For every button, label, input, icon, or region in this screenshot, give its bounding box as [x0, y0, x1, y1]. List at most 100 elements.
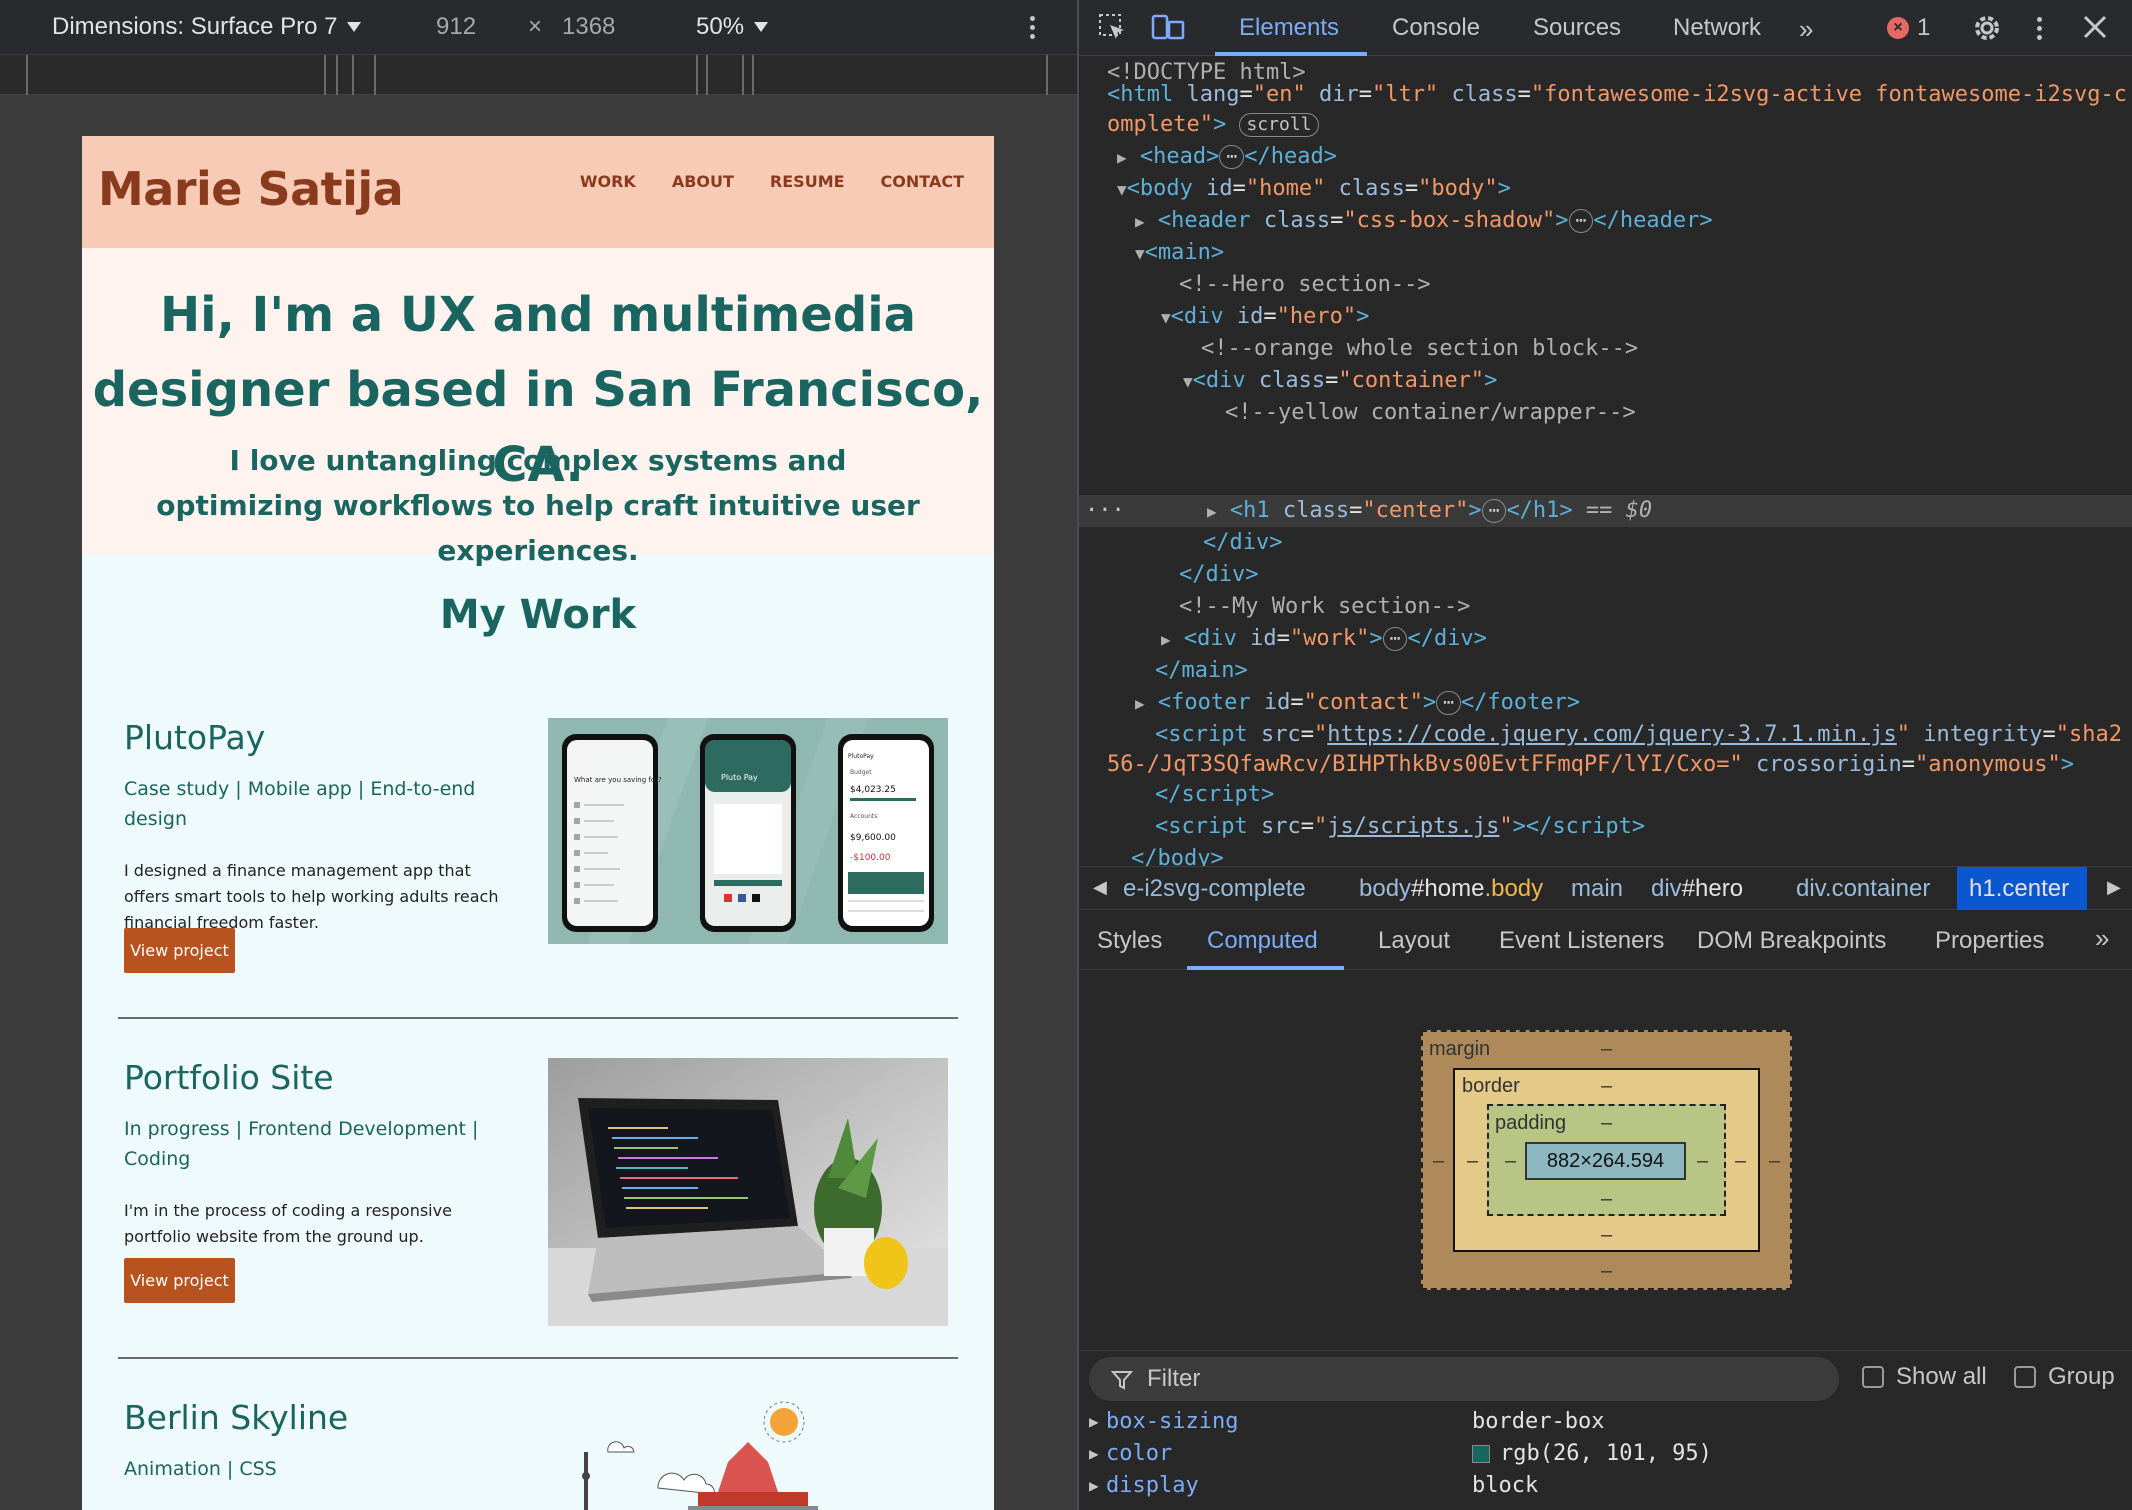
site-logo[interactable]: Marie Satija — [98, 162, 404, 216]
dom-line-body[interactable]: ▼<body id="home" class="body"> — [1117, 173, 1511, 206]
dom-line-div-close[interactable]: </div> — [1179, 559, 1258, 591]
viewport-width-input[interactable]: 912 — [436, 13, 476, 41]
scroll-badge[interactable]: scroll — [1239, 113, 1319, 137]
media-query-ruler[interactable] — [0, 55, 1077, 95]
computed-row[interactable]: ▶ color rgb(26, 101, 95) — [1079, 1438, 2132, 1470]
dom-line-h1-selected[interactable]: ▶ <h1 class="center"> ⋯ </h1> == $0 — [1207, 495, 1652, 528]
dom-line-div-work[interactable]: ▶ <div id="work"> ⋯ </div> — [1161, 623, 1487, 656]
expand-triangle-icon[interactable]: ▶ — [1089, 1406, 1099, 1438]
margin-right-value[interactable]: – — [1769, 1150, 1780, 1173]
dom-line-head[interactable]: ▶ <head> ⋯ </head> — [1117, 141, 1337, 174]
dom-line-script-local[interactable]: <script src="js/scripts.js"></script> — [1155, 811, 1645, 843]
zoom-select[interactable]: 50% — [696, 13, 769, 41]
more-tabs-icon[interactable]: » — [1799, 14, 1813, 45]
margin-top-value[interactable]: – — [1601, 1038, 1612, 1061]
dom-line-script-jquery-cont[interactable]: 56-/JqT3SQfawRcv/BIHPThkBvs00EvtFFmqPF/l… — [1107, 749, 2074, 781]
nav-work-link[interactable]: WORK — [580, 172, 636, 191]
tab-styles[interactable]: Styles — [1097, 927, 1162, 955]
script-src-link[interactable]: js/scripts.js — [1327, 814, 1499, 839]
dom-line-script-jquery[interactable]: <script src="https://code.jquery.com/jqu… — [1155, 719, 2122, 751]
tab-network[interactable]: Network — [1673, 14, 1761, 42]
customize-menu-icon[interactable] — [2029, 12, 2049, 44]
padding-left-value[interactable]: – — [1505, 1150, 1516, 1173]
dom-line-div-close[interactable]: </div> — [1203, 527, 1282, 559]
dom-line-body-close[interactable]: </body> — [1131, 843, 1224, 867]
show-all-checkbox[interactable]: Show all — [1862, 1363, 1987, 1391]
project-tags: In progress | Frontend Development | Cod… — [124, 1118, 479, 1170]
border-top-value[interactable]: – — [1601, 1075, 1612, 1098]
expand-triangle-icon[interactable]: ▶ — [1089, 1470, 1099, 1502]
tab-properties[interactable]: Properties — [1935, 927, 2044, 955]
view-project-button[interactable]: View project — [124, 928, 235, 973]
chevron-left-icon[interactable]: ◀ — [1093, 877, 1107, 898]
breadcrumb-main[interactable]: main — [1571, 875, 1623, 903]
dom-line-comment-yellow[interactable]: <!--yellow container/wrapper--> — [1225, 397, 1636, 429]
border-bottom-value[interactable]: – — [1601, 1224, 1612, 1247]
script-src-link[interactable]: https://code.jquery.com/jquery-3.7.1.min… — [1327, 722, 1897, 747]
margin-label: margin — [1429, 1038, 1491, 1060]
tab-computed[interactable]: Computed — [1207, 927, 1318, 955]
dom-line-main-close[interactable]: </main> — [1155, 655, 1248, 687]
tab-event-listeners[interactable]: Event Listeners — [1499, 927, 1664, 955]
dom-line-comment-orange[interactable]: <!--orange whole section block--> — [1201, 333, 1638, 365]
padding-bottom-value[interactable]: – — [1601, 1188, 1612, 1211]
dom-line-comment-hero[interactable]: <!--Hero section--> — [1179, 269, 1431, 301]
device-dimensions-select[interactable]: Dimensions: Surface Pro 7 — [52, 13, 362, 41]
settings-gear-icon[interactable] — [1971, 12, 2003, 44]
dom-line-main[interactable]: ▼<main> — [1135, 237, 1224, 270]
property-name: color — [1106, 1441, 1173, 1466]
dom-line-header[interactable]: ▶ <header class="css-box-shadow"> ⋯ </head… — [1135, 205, 1713, 238]
nav-about-link[interactable]: ABOUT — [672, 172, 734, 191]
node-actions-icon[interactable]: ··· — [1085, 495, 1125, 527]
color-swatch[interactable] — [1472, 1445, 1490, 1463]
nav-resume-link[interactable]: RESUME — [770, 172, 845, 191]
error-count-badge[interactable]: × 1 — [1887, 14, 1930, 42]
border-left-value[interactable]: – — [1467, 1150, 1478, 1173]
viewport-height-input[interactable]: 1368 — [562, 13, 615, 41]
border-right-value[interactable]: – — [1735, 1150, 1746, 1173]
filter-icon — [1111, 1371, 1133, 1390]
more-tabs-icon[interactable]: » — [2095, 923, 2109, 954]
view-project-button[interactable]: View project — [124, 1258, 235, 1303]
box-model-content-size[interactable]: 882×264.594 — [1525, 1142, 1686, 1180]
dom-line-div-container[interactable]: ▼<div class="container"> — [1183, 365, 1497, 398]
chevron-right-icon[interactable]: ▶ — [2107, 877, 2121, 898]
times-icon: × — [528, 13, 543, 40]
dom-line-script-close[interactable]: </script> — [1155, 779, 1274, 811]
dom-tree: ··· <!DOCTYPE html> <html lang="en" dir=… — [1079, 57, 2132, 867]
filter-input[interactable]: Filter — [1089, 1357, 1839, 1401]
nav-contact-link[interactable]: CONTACT — [881, 172, 964, 191]
dom-line-comment-work[interactable]: <!--My Work section--> — [1179, 591, 1470, 623]
inspect-element-icon[interactable] — [1097, 12, 1127, 42]
margin-bottom-value[interactable]: – — [1601, 1260, 1612, 1283]
margin-left-value[interactable]: – — [1433, 1150, 1444, 1173]
crumb-tag: div — [1651, 875, 1682, 902]
tab-layout[interactable]: Layout — [1378, 927, 1450, 955]
more-options-icon[interactable] — [1022, 12, 1042, 42]
tab-dom-breakpoints[interactable]: DOM Breakpoints — [1697, 927, 1886, 955]
dom-line-footer[interactable]: ▶ <footer id="contact"> ⋯ </footer> — [1135, 687, 1580, 720]
project-description: I designed a finance management app that… — [124, 861, 499, 932]
dom-line-html[interactable]: <html lang="en" dir="ltr" class="fontawe… — [1107, 79, 2127, 111]
group-checkbox[interactable]: Group — [2014, 1363, 2115, 1391]
padding-right-value[interactable]: – — [1697, 1150, 1708, 1173]
padding-top-value[interactable]: – — [1601, 1112, 1612, 1135]
dom-line-html-cont[interactable]: omplete"> scroll — [1107, 109, 1319, 141]
computed-filter-bar: Filter Show all Group — [1079, 1350, 2132, 1406]
comment-text: <!--orange whole section block--> — [1201, 336, 1639, 361]
tab-console[interactable]: Console — [1392, 14, 1480, 42]
computed-row[interactable]: ▶ display block — [1079, 1470, 2132, 1502]
close-devtools-icon[interactable] — [2082, 14, 2108, 40]
breadcrumb-div-hero[interactable]: div#hero — [1651, 875, 1743, 903]
breadcrumb-h1[interactable]: h1.center — [1969, 875, 2069, 903]
computed-row[interactable]: ▶ box-sizing border-box — [1079, 1406, 2132, 1438]
breadcrumb-div-container[interactable]: div.container — [1796, 875, 1930, 903]
dom-line-div-hero[interactable]: ▼<div id="hero"> — [1161, 301, 1369, 334]
tab-elements[interactable]: Elements — [1239, 14, 1339, 42]
tab-sources[interactable]: Sources — [1533, 14, 1621, 42]
breadcrumb-html[interactable]: e-i2svg-complete — [1123, 875, 1306, 903]
breadcrumb-body[interactable]: body#home.body — [1359, 875, 1543, 903]
project-card-portfolio: Portfolio Site In progress | Frontend De… — [118, 1058, 958, 1328]
expand-triangle-icon[interactable]: ▶ — [1089, 1438, 1099, 1470]
device-toolbar-toggle-icon[interactable] — [1151, 12, 1185, 42]
